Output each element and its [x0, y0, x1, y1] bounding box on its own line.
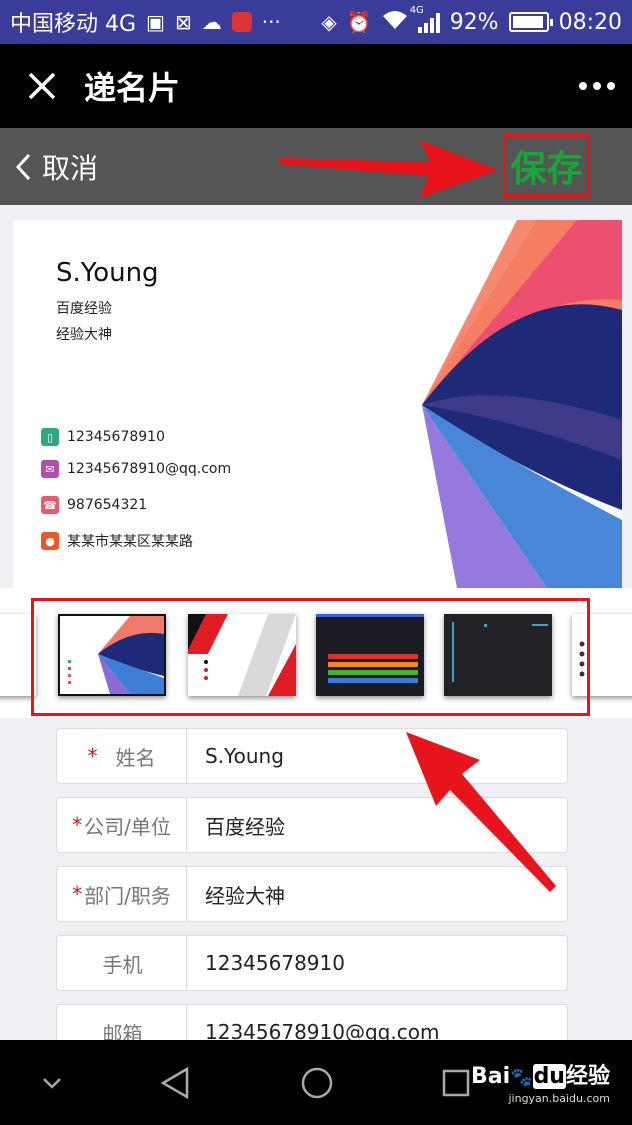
more-options-icon[interactable] [562, 44, 632, 128]
cancel-label: 取消 [42, 151, 99, 185]
location-pin-icon: ● [41, 532, 59, 550]
title-bar: 递名片 [0, 44, 632, 128]
wifi-icon [382, 10, 408, 35]
card-email: 12345678910@qq.com [67, 461, 232, 477]
card-email-row: ✉ 12345678910@qq.com [41, 460, 231, 478]
card-phone: 12345678910 [67, 429, 165, 445]
form-label-mobile: 手机 [57, 936, 187, 990]
department-field[interactable]: 经验大神 [187, 880, 285, 909]
telephone-icon: ☎ [41, 496, 59, 514]
card-tel-row: ☎ 987654321 [41, 496, 147, 514]
network-label: 4G [409, 5, 424, 16]
battery-icon [508, 12, 553, 32]
form-label-department: * 部门/职务 [57, 867, 187, 921]
card-name: S.Young [56, 258, 159, 288]
paw-icon: 🐾 [510, 1067, 533, 1088]
home-icon[interactable] [292, 1040, 342, 1125]
status-bar: 中国移动 4G ▣ ⊠ ☁ ··· ◈ ⏰ 4G 92% 08:20 [0, 0, 632, 44]
card-artwork [217, 220, 622, 588]
signal-icon: 4G [410, 5, 440, 33]
app-icon [231, 12, 252, 32]
card-phone-row: ▯ 12345678910 [41, 428, 165, 446]
mobile-field[interactable]: 12345678910 [187, 951, 345, 975]
back-icon[interactable] [150, 1040, 200, 1125]
page-title: 递名片 [84, 69, 181, 107]
annotation-highlight-box [31, 598, 590, 716]
card-department: 经验大神 [56, 327, 112, 343]
battery-percent: 92% [449, 9, 499, 35]
template-strip[interactable] [0, 588, 632, 718]
form-row-mobile[interactable]: 手机 12345678910 [56, 935, 568, 991]
mobile-icon: ▯ [41, 428, 59, 446]
vibrate-icon: ◈ [321, 10, 337, 34]
mail-icon: ✉ [41, 460, 59, 478]
sim-icon: ▣ [146, 10, 165, 34]
form-label-company: * 公司/单位 [57, 798, 187, 852]
cancel-button[interactable]: 取消 [0, 128, 98, 205]
annotation-arrow-right [280, 140, 498, 198]
annotation-arrow-up [406, 732, 556, 892]
card-address-row: ● 某某市某某区某某路 [41, 531, 193, 551]
card-company: 百度经验 [56, 301, 112, 317]
baidu-jingyan-watermark: Bai🐾du经验 jingyan.baidu.com [470, 1064, 610, 1105]
form-label-name: * 姓名 [57, 729, 187, 783]
name-field[interactable]: S.Young [187, 744, 284, 768]
chevron-down-icon[interactable] [30, 1040, 74, 1125]
clock: 08:20 [558, 9, 622, 35]
card-tel: 987654321 [67, 497, 148, 513]
watermark-url: jingyan.baidu.com [508, 1092, 610, 1105]
chevron-left-icon [15, 153, 31, 180]
alarm-icon: ⏰ [346, 10, 372, 34]
more-dots-icon: ··· [261, 10, 281, 34]
cloud-icon: ☁ [201, 10, 222, 34]
card-address: 某某市某某区某某路 [67, 534, 193, 550]
image-icon: ⊠ [174, 10, 192, 34]
save-button[interactable]: 保存 [503, 134, 590, 197]
company-field[interactable]: 百度经验 [187, 811, 285, 840]
business-card-preview: S.Young 百度经验 经验大神 ▯ 12345678910 ✉ 123456… [13, 220, 622, 588]
close-icon[interactable] [0, 44, 84, 128]
carrier-label: 中国移动 4G [10, 12, 137, 37]
